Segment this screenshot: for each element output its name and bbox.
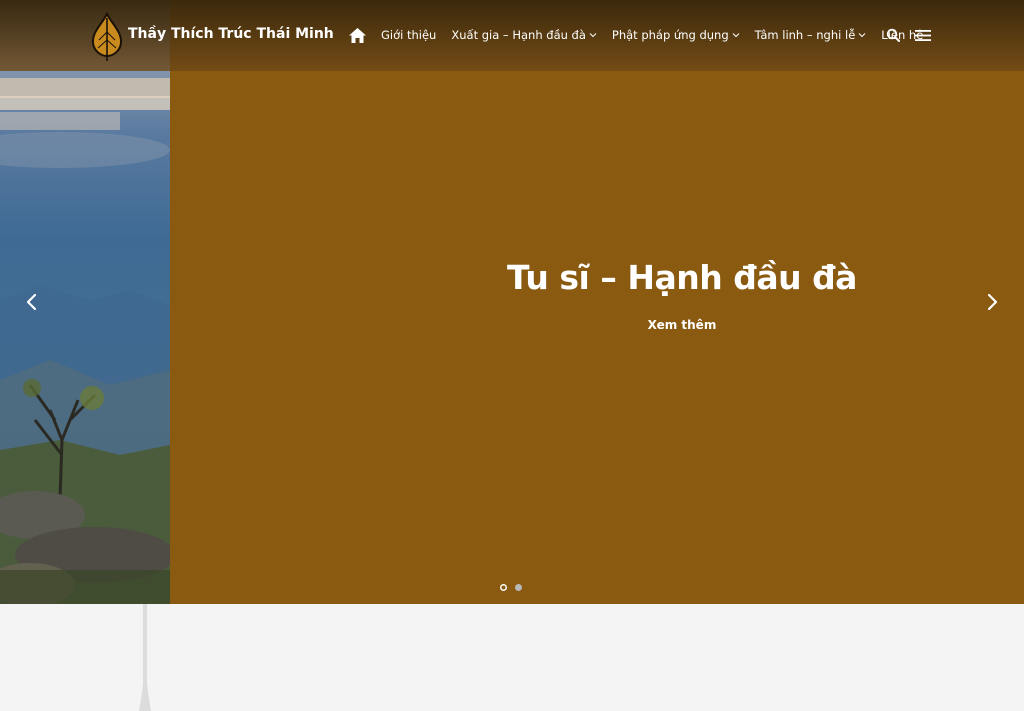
nav-item-label: Phật pháp ứng dụng: [611, 28, 729, 42]
bodhi-leaf-icon[interactable]: [90, 10, 124, 62]
nav-item-label: Xuất gia – Hạnh đầu đà: [451, 28, 586, 42]
read-more-link[interactable]: Xem thêm: [480, 318, 884, 332]
nav-item-phat-phap[interactable]: Phật pháp ứng dụng: [612, 28, 740, 42]
home-icon: [349, 27, 366, 43]
slider-pagination: [500, 584, 522, 591]
nav-home-button[interactable]: [348, 25, 368, 45]
slider-dot-2[interactable]: [515, 584, 522, 591]
chevron-down-icon: [589, 33, 597, 38]
slide-panel: [170, 0, 1024, 604]
slide-title: Tu sĩ – Hạnh đầu đà: [507, 258, 857, 297]
chevron-right-icon: [987, 293, 998, 311]
chevron-left-icon: [26, 293, 37, 311]
main-nav: Giới thiệu Xuất gia – Hạnh đầu đà Phật p…: [348, 22, 938, 48]
search-icon[interactable]: [886, 28, 900, 42]
slider-prev-button[interactable]: [18, 288, 46, 316]
site-header: Thầy Thích Trúc Thái Minh Giới thiệu Xuấ…: [0, 0, 1024, 71]
hamburger-menu-icon[interactable]: [915, 29, 931, 42]
nav-item-label: Tâm linh – nghi lễ: [754, 28, 856, 42]
slider-dot-1[interactable]: [500, 584, 507, 591]
chevron-down-icon: [858, 33, 866, 38]
site-title[interactable]: Thầy Thích Trúc Thái Minh: [128, 26, 334, 42]
nav-item-xuat-gia[interactable]: Xuất gia – Hạnh đầu đà: [451, 28, 597, 42]
chevron-down-icon: [732, 33, 740, 38]
nav-item-tam-linh[interactable]: Tâm linh – nghi lễ: [755, 28, 867, 42]
slider-next-button[interactable]: [978, 288, 1006, 316]
hero-slider: Tu sĩ – Hạnh đầu đà Xem thêm: [0, 0, 1024, 604]
decorative-brush-stroke: [139, 604, 151, 711]
nav-item-label: Giới thiệu: [381, 28, 437, 42]
nav-item-gioi-thieu[interactable]: Giới thiệu: [381, 28, 436, 42]
content-section: [0, 604, 1024, 711]
